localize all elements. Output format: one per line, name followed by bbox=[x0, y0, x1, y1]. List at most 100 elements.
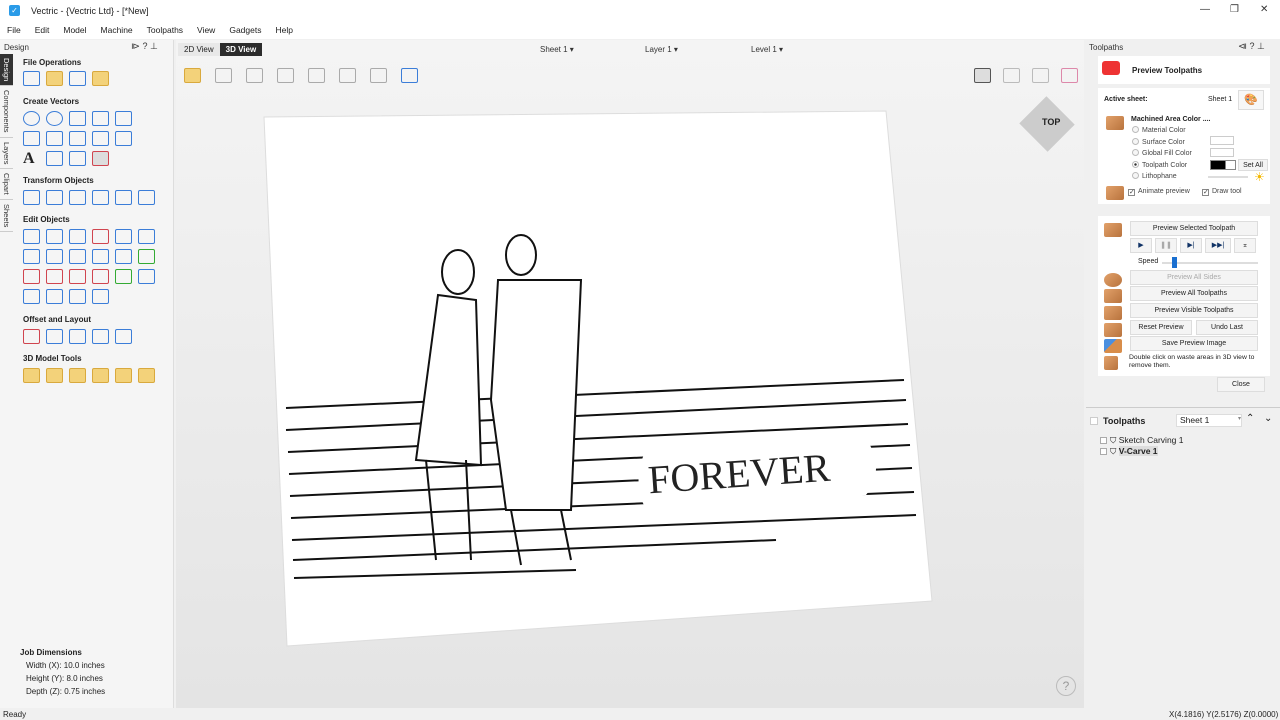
offset-icon[interactable] bbox=[23, 329, 40, 344]
surface-color-picker[interactable] bbox=[1210, 136, 1234, 145]
palette-button[interactable]: 🎨 bbox=[1238, 90, 1264, 110]
smooth-icon[interactable] bbox=[46, 289, 63, 304]
menu-toolpaths[interactable]: Toolpaths bbox=[140, 22, 190, 39]
axis-icon[interactable] bbox=[339, 68, 356, 83]
arc-icon[interactable] bbox=[46, 131, 63, 146]
toolpath-view-icon[interactable] bbox=[370, 68, 387, 83]
align-icon[interactable] bbox=[69, 190, 86, 205]
menu-model[interactable]: Model bbox=[56, 22, 93, 39]
weld-icon[interactable] bbox=[23, 249, 40, 264]
reset-preview-button[interactable]: Reset Preview bbox=[1130, 320, 1192, 335]
open-folder-icon[interactable] bbox=[46, 71, 63, 86]
fast-forward-button[interactable]: ▶▶| bbox=[1205, 238, 1231, 253]
slice-icon[interactable] bbox=[115, 368, 132, 383]
text-on-curve-icon[interactable] bbox=[46, 151, 63, 166]
preview-visible-button[interactable]: Preview Visible Toolpaths bbox=[1130, 303, 1258, 318]
undo-last-button[interactable]: Undo Last bbox=[1196, 320, 1258, 335]
copy-along-icon[interactable] bbox=[69, 329, 86, 344]
scale-icon[interactable] bbox=[46, 190, 63, 205]
rounded-rect-icon[interactable] bbox=[23, 289, 40, 304]
radio-lithophane[interactable]: Lithophane bbox=[1132, 172, 1177, 180]
shade-icon[interactable] bbox=[974, 68, 991, 83]
star-icon[interactable] bbox=[115, 111, 132, 126]
pause-button[interactable]: ❚❚ bbox=[1155, 238, 1177, 253]
sheet-dropdown[interactable]: Sheet 1 ▾ bbox=[540, 45, 574, 54]
radio-toolpath-color[interactable]: Toolpath Color bbox=[1132, 161, 1187, 169]
nesting-icon[interactable] bbox=[92, 329, 109, 344]
tab-sheets[interactable]: Sheets bbox=[0, 200, 13, 233]
animate-preview-checkbox[interactable]: ✓ Animate preview bbox=[1128, 188, 1190, 196]
step-button[interactable]: ▶| bbox=[1180, 238, 1202, 253]
restore-button[interactable]: ❐ bbox=[1230, 4, 1239, 15]
layer-dropdown[interactable]: Layer 1 ▾ bbox=[645, 45, 678, 54]
tab-clipart[interactable]: Clipart bbox=[0, 169, 13, 201]
nest-icon[interactable] bbox=[138, 269, 155, 284]
menu-edit[interactable]: Edit bbox=[28, 22, 57, 39]
close-button[interactable]: ✕ bbox=[1260, 4, 1268, 15]
menu-file[interactable]: File bbox=[0, 22, 28, 39]
shape-icon[interactable] bbox=[69, 368, 86, 383]
material-icon[interactable] bbox=[246, 68, 263, 83]
line-icon[interactable] bbox=[23, 131, 40, 146]
panel-controls[interactable]: ⧏ ? ⊥ bbox=[1238, 41, 1265, 52]
plane-icon[interactable] bbox=[277, 68, 294, 83]
skip-end-button[interactable]: ⌅ bbox=[1234, 238, 1256, 253]
import-component-icon[interactable] bbox=[92, 71, 109, 86]
close-form-button[interactable]: Close bbox=[1217, 377, 1265, 392]
panel-controls[interactable]: ⧐ ? ⊥ bbox=[131, 41, 158, 52]
circle-icon[interactable] bbox=[23, 111, 40, 126]
curve-icon[interactable] bbox=[69, 131, 86, 146]
wireframe-icon[interactable] bbox=[308, 68, 325, 83]
center-icon[interactable] bbox=[138, 190, 155, 205]
preview-all-button[interactable]: Preview All Toolpaths bbox=[1130, 286, 1258, 301]
group-icon[interactable] bbox=[115, 229, 132, 244]
3d-view-canvas[interactable]: FOREVER TOP ? bbox=[176, 40, 1084, 708]
bake-icon[interactable] bbox=[138, 368, 155, 383]
ellipse-icon[interactable] bbox=[46, 111, 63, 126]
arrow-icon[interactable] bbox=[92, 289, 109, 304]
transform-select-icon[interactable] bbox=[69, 229, 86, 244]
minimize-button[interactable]: — bbox=[1200, 4, 1210, 15]
join-icon[interactable] bbox=[138, 249, 155, 264]
toolpath-color-picker[interactable] bbox=[1210, 160, 1236, 170]
tab-layers[interactable]: Layers bbox=[0, 138, 13, 170]
component-icon[interactable] bbox=[23, 368, 40, 383]
sculpt-icon[interactable] bbox=[46, 368, 63, 383]
toolpath-item[interactable]: ⛉ Sketch Carving 1 bbox=[1100, 435, 1184, 446]
text-icon[interactable]: A bbox=[23, 151, 40, 167]
tab-2d-view[interactable]: 2D View bbox=[178, 43, 220, 56]
level-dropdown[interactable]: Level 1 ▾ bbox=[751, 45, 783, 54]
hatch-icon[interactable] bbox=[401, 68, 418, 83]
draw-tool-checkbox[interactable]: ✓ Draw tool bbox=[1202, 188, 1242, 196]
select-all-checkbox[interactable] bbox=[1090, 417, 1098, 425]
tab-3d-view[interactable]: 3D View bbox=[219, 43, 263, 56]
shapes-icon[interactable] bbox=[215, 68, 232, 83]
distort-icon[interactable] bbox=[115, 190, 132, 205]
merge-icon[interactable] bbox=[46, 249, 63, 264]
move-down-button[interactable]: ⌄ bbox=[1264, 413, 1272, 424]
node-edit-icon[interactable] bbox=[46, 229, 63, 244]
move-icon[interactable] bbox=[23, 190, 40, 205]
extend-icon[interactable] bbox=[69, 269, 86, 284]
preview-all-sides-button[interactable]: Preview All Sides bbox=[1130, 270, 1258, 285]
radio-global-fill-color[interactable]: Global Fill Color bbox=[1132, 149, 1192, 157]
array-icon[interactable] bbox=[46, 329, 63, 344]
global-fill-color-picker[interactable] bbox=[1210, 148, 1234, 157]
polygon-icon[interactable] bbox=[92, 111, 109, 126]
toolpath-item-selected[interactable]: ⛉ V-Carve 1 bbox=[1100, 446, 1158, 457]
new-job-icon[interactable] bbox=[23, 71, 40, 86]
preview-selected-button[interactable]: Preview Selected Toolpath bbox=[1130, 221, 1258, 236]
speed-slider-thumb[interactable] bbox=[1171, 257, 1177, 268]
menu-gadgets[interactable]: Gadgets bbox=[222, 22, 268, 39]
save-preview-image-button[interactable]: Save Preview Image bbox=[1130, 336, 1258, 351]
move-up-button[interactable]: ⌃ bbox=[1246, 413, 1254, 424]
menu-machine[interactable]: Machine bbox=[94, 22, 140, 39]
3d-box-icon[interactable] bbox=[184, 68, 201, 83]
text-arc-icon[interactable] bbox=[69, 151, 86, 166]
zoom-box-icon[interactable] bbox=[1003, 68, 1020, 83]
subtract-icon[interactable] bbox=[69, 249, 86, 264]
menu-help[interactable]: Help bbox=[268, 22, 299, 39]
mirror-icon[interactable] bbox=[92, 190, 109, 205]
lithophane-slider[interactable] bbox=[1208, 176, 1248, 178]
dogbone-icon[interactable] bbox=[92, 269, 109, 284]
